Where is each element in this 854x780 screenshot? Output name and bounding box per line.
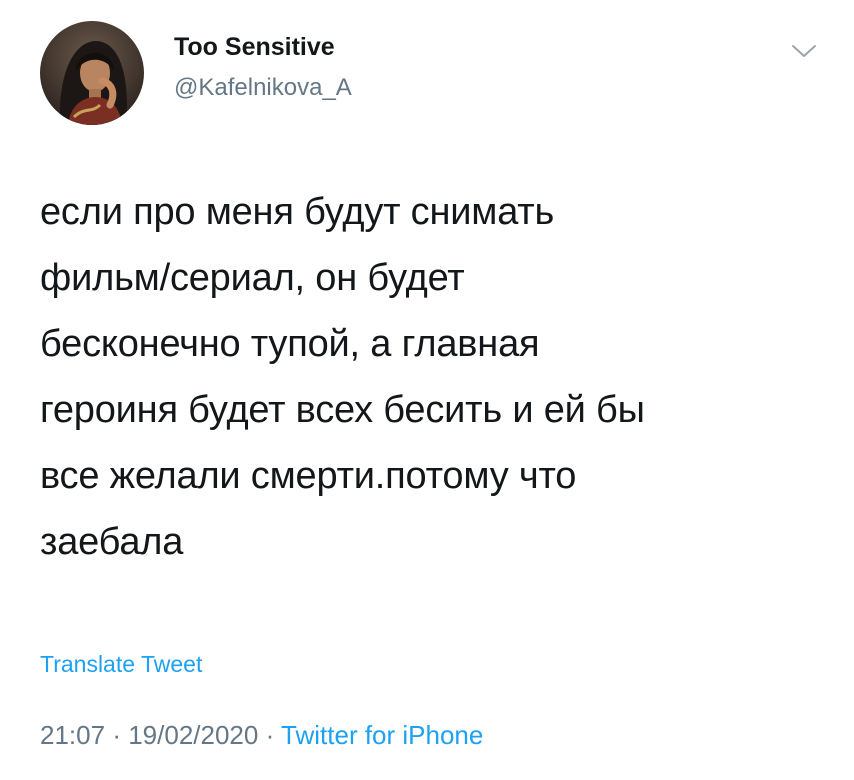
tweet-text-line: заебала [40, 521, 184, 563]
tweet-source-link[interactable]: Twitter for iPhone [281, 720, 483, 750]
tweet: Too Sensitive @Kafelnikova_A если про ме… [0, 0, 854, 780]
tweet-text-line: героиня будет всех бесить и ей бы [40, 389, 645, 431]
meta-separator: · [265, 720, 275, 750]
tweet-text-line: если про меня будут снимать [40, 191, 555, 233]
tweet-text-line: фильм/сериал, он будет [40, 257, 465, 299]
avatar-image [40, 21, 144, 125]
user-handle[interactable]: @Kafelnikova_A [174, 74, 352, 102]
tweet-meta: 21:07 · 19/02/2020 · Twitter for iPhone [40, 720, 483, 751]
tweet-text-line: все желали смерти.потому что [40, 455, 577, 497]
tweet-date: 19/02/2020 [128, 720, 259, 750]
meta-separator: · [112, 720, 121, 750]
avatar[interactable] [40, 21, 144, 125]
tweet-text: если про меня будут снимать фильм/сериал… [40, 179, 830, 575]
tweet-text-line: бесконечно тупой, а главная [40, 323, 540, 365]
chevron-down-icon[interactable] [790, 42, 818, 60]
display-name[interactable]: Too Sensitive [174, 33, 335, 62]
translate-tweet-link[interactable]: Translate Tweet [40, 651, 202, 678]
tweet-time: 21:07 [40, 720, 106, 750]
